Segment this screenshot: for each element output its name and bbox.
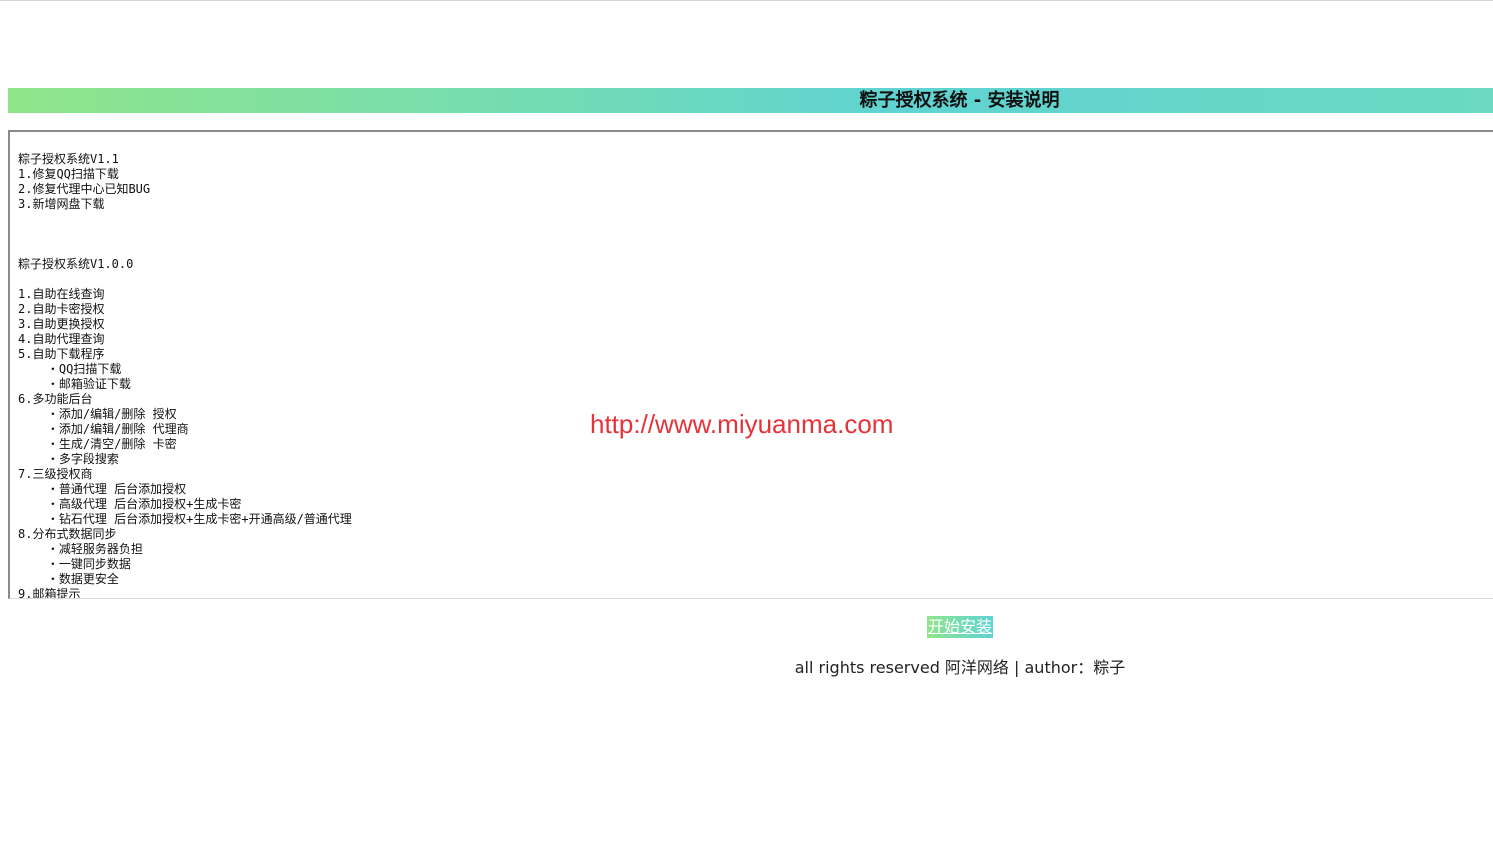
header-bar: 粽子授权系统 - 安装说明: [8, 88, 1493, 113]
page-title: 粽子授权系统 - 安装说明: [859, 90, 1060, 111]
start-install-button[interactable]: 开始安装: [927, 616, 994, 638]
install-notes-text: 粽子授权系统V1.1 1.修复QQ扫描下载 2.修复代理中心已知BUG 3.新增…: [18, 152, 352, 599]
install-notes-textarea[interactable]: 粽子授权系统V1.1 1.修复QQ扫描下载 2.修复代理中心已知BUG 3.新增…: [8, 130, 1493, 599]
top-divider: [0, 0, 1493, 1]
footer-copyright: all rights reserved 阿洋网络 | author：粽子: [794, 658, 1126, 677]
watermark-url: http://www.miyuanma.com: [590, 409, 894, 439]
